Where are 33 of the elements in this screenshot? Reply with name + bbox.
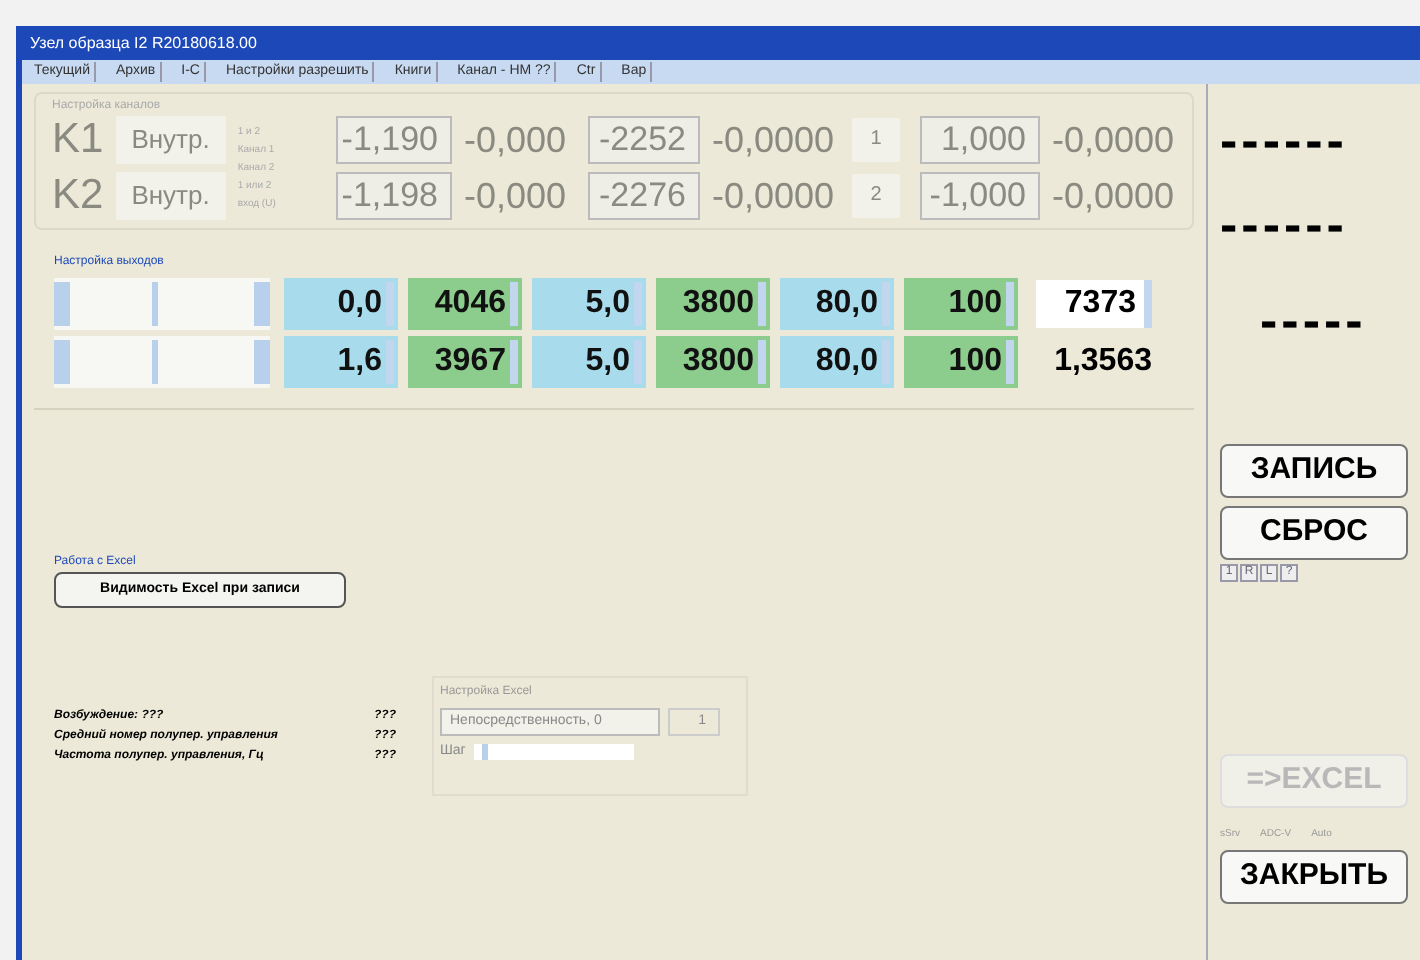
readout-text: ------ <box>1220 204 1350 244</box>
spin-field[interactable]: 0,0 <box>284 277 398 329</box>
value-text: -0,000 <box>464 117 569 163</box>
value-text: -0,000 <box>464 173 569 219</box>
spin-field[interactable]: 5,0 <box>532 277 646 329</box>
spin-field[interactable]: 5,0 <box>532 335 646 387</box>
value-text: -0,0000 <box>1052 173 1176 219</box>
readout-text: ------ <box>1220 120 1350 160</box>
close-button[interactable]: ЗАКРЫТЬ <box>1220 849 1408 903</box>
spin-field[interactable]: 1,6 <box>284 335 398 387</box>
slider-thumb[interactable] <box>152 281 159 325</box>
channel-label: K1 <box>52 116 104 164</box>
slider-thumb[interactable] <box>152 339 159 383</box>
window-title: Узел образца I2 R20180618.00 <box>28 32 259 56</box>
spin-field[interactable]: 100 <box>904 335 1018 387</box>
value-text: -0,0000 <box>712 117 837 163</box>
spin-field[interactable]: 4046 <box>408 277 522 329</box>
spin-field[interactable]: 80,0 <box>780 277 894 329</box>
spin-field[interactable]: 3967 <box>408 335 522 387</box>
readout-text: ----- <box>1258 300 1369 340</box>
spin-field[interactable]: 100 <box>904 277 1018 329</box>
value-text: -0,0000 <box>712 173 837 219</box>
index-field: 2 <box>852 174 900 218</box>
spin-field[interactable]: 80,0 <box>780 335 894 387</box>
spin-field[interactable]: 3800 <box>656 335 770 387</box>
index-field: 1 <box>852 118 900 162</box>
action-button[interactable]: ЗАПИСЬ <box>1220 444 1408 498</box>
value-text: -0,0000 <box>1052 117 1176 163</box>
output-field[interactable]: 7373 <box>1036 279 1152 327</box>
action-button[interactable]: СБРОС <box>1220 506 1408 560</box>
spin-field[interactable]: 3800 <box>656 277 770 329</box>
output-value: 1,3563 <box>1052 341 1152 381</box>
channel-label: K2 <box>52 172 104 220</box>
